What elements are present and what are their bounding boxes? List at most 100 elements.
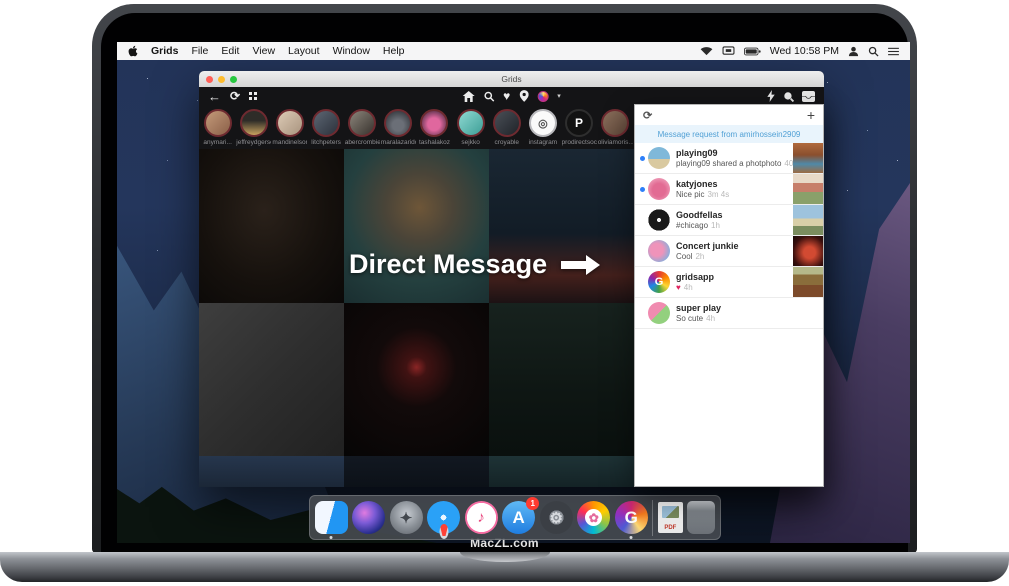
story-item[interactable]: abercrombie: [345, 109, 380, 149]
notification-center-icon[interactable]: [888, 47, 899, 56]
story-avatar: P: [565, 109, 593, 137]
photo-tile-partial-3[interactable]: [489, 456, 634, 487]
grids-app-icon[interactable]: G: [615, 501, 648, 534]
story-item[interactable]: sejkko: [453, 109, 488, 149]
photo-tile-cave[interactable]: [199, 149, 344, 303]
inbox-icon[interactable]: [802, 91, 815, 102]
story-item[interactable]: litchpeters: [309, 109, 344, 149]
finder-icon[interactable]: [315, 501, 348, 534]
home-icon[interactable]: [462, 91, 474, 102]
story-item[interactable]: oliviamoris...: [598, 109, 633, 149]
flash-icon[interactable]: [767, 90, 775, 102]
menu-window[interactable]: Window: [333, 45, 370, 57]
photo-tile-monochrome-scene[interactable]: [199, 303, 344, 456]
menu-app-name[interactable]: Grids: [151, 45, 178, 57]
message-time: 2h: [695, 252, 704, 261]
story-item[interactable]: mandinelson_: [272, 109, 307, 149]
wifi-icon[interactable]: [700, 46, 713, 56]
search-circle-icon[interactable]: [783, 91, 794, 102]
avatar: [648, 302, 670, 324]
message-row[interactable]: super play So cute4h: [635, 298, 823, 329]
unread-dot: [640, 218, 645, 223]
menu-edit[interactable]: Edit: [221, 45, 239, 57]
dm-refresh-button[interactable]: ⟳: [643, 109, 652, 122]
photo-tile-underwater[interactable]: [489, 303, 634, 456]
message-row[interactable]: playing09 playing09 shared a photphoto40…: [635, 143, 823, 174]
macbook-base: [0, 552, 1009, 582]
trash-icon[interactable]: [687, 501, 715, 534]
safari-icon[interactable]: [427, 501, 460, 534]
unread-dot: [640, 156, 645, 161]
story-username: croyable: [489, 139, 524, 146]
direct-messages-panel: ⟳ + Message request from amirhossein2909…: [634, 104, 824, 487]
menu-layout[interactable]: Layout: [288, 45, 320, 57]
avatar: [648, 147, 670, 169]
window-toolbar: ← ⟳ ♥: [199, 87, 824, 105]
screen-bezel: Grids File Edit View Layout Window Help: [101, 13, 908, 553]
window-titlebar[interactable]: Grids: [199, 71, 824, 87]
unread-dot: [640, 187, 645, 192]
story-avatar: [601, 109, 629, 137]
story-username: oliviamoris...: [598, 139, 633, 146]
chevron-down-icon[interactable]: ▾: [557, 92, 561, 100]
direct-message-annotation: Direct Message: [349, 249, 600, 280]
menu-bar: Grids File Edit View Layout Window Help: [117, 42, 910, 60]
story-item[interactable]: Pprodirectsoc...: [562, 109, 597, 149]
story-item-instagram[interactable]: ◎instagram: [525, 109, 560, 149]
story-item[interactable]: tashalakoz: [417, 109, 452, 149]
display-mirroring-icon[interactable]: [722, 46, 735, 56]
siri-icon[interactable]: [352, 501, 385, 534]
macbook-mockup: Grids File Edit View Layout Window Help: [0, 0, 1009, 586]
story-username: abercrombie: [345, 139, 380, 146]
photo-tile-partial-2[interactable]: [344, 456, 489, 487]
message-time: 4h: [706, 314, 715, 323]
menu-help[interactable]: Help: [383, 45, 405, 57]
menu-file[interactable]: File: [191, 45, 208, 57]
message-time: 1h: [711, 221, 720, 230]
stars: [127, 70, 128, 71]
app-store-icon[interactable]: A1: [502, 501, 535, 534]
activity-heart-icon[interactable]: ♥: [503, 90, 510, 102]
itunes-icon[interactable]: ♪: [465, 501, 498, 534]
launchpad-icon[interactable]: ✦: [390, 501, 423, 534]
location-pin-icon[interactable]: [519, 90, 528, 102]
macbook-lid: Grids File Edit View Layout Window Help: [92, 4, 917, 553]
photos-icon[interactable]: ✿: [577, 501, 610, 534]
system-preferences-icon[interactable]: ⚙: [540, 501, 573, 534]
back-button[interactable]: ←: [208, 89, 221, 104]
story-item[interactable]: maralazaridou: [381, 109, 416, 149]
story-avatar: [240, 109, 268, 137]
message-thumbnail: [793, 174, 823, 204]
search-icon[interactable]: [483, 91, 494, 102]
message-request-banner[interactable]: Message request from amirhossein2909: [635, 125, 823, 143]
message-row[interactable]: Goodfellas #chicago1h: [635, 205, 823, 236]
photo-tile-partial-1[interactable]: [199, 456, 344, 487]
spotlight-search-icon[interactable]: [868, 46, 879, 57]
message-row[interactable]: katyjones Nice pic3m 4s: [635, 174, 823, 205]
avatar: [648, 240, 670, 262]
story-username: jeffreydgerson: [236, 139, 271, 146]
dm-new-message-button[interactable]: +: [807, 108, 815, 122]
menu-view[interactable]: View: [252, 45, 275, 57]
message-sender: Concert junkie: [676, 241, 793, 252]
story-item[interactable]: anymari...: [200, 109, 235, 149]
avatar-vinyl-record: [648, 209, 670, 231]
message-preview: ♥4h: [676, 283, 793, 292]
message-row[interactable]: G gridsapp ♥4h: [635, 267, 823, 298]
window-title: Grids: [199, 74, 824, 84]
profile-avatar[interactable]: [537, 91, 548, 102]
message-preview: playing09 shared a photphoto40s: [676, 159, 793, 168]
menu-clock[interactable]: Wed 10:58 PM: [770, 45, 839, 57]
user-icon[interactable]: [848, 46, 859, 57]
reload-button[interactable]: ⟳: [230, 89, 240, 103]
story-item[interactable]: croyable: [489, 109, 524, 149]
apple-menu-icon[interactable]: [128, 45, 138, 57]
battery-icon[interactable]: [744, 47, 761, 56]
photo-tile-runway[interactable]: [344, 303, 489, 456]
pdf-document-icon[interactable]: PDF: [658, 502, 683, 533]
message-row[interactable]: Concert junkie Cool2h: [635, 236, 823, 267]
story-item[interactable]: jeffreydgerson: [236, 109, 271, 149]
stories-bar: anymari... jeffreydgerson mandinelson_ l…: [199, 105, 634, 149]
grid-view-icon[interactable]: [249, 92, 257, 100]
message-sender: katyjones: [676, 179, 793, 190]
